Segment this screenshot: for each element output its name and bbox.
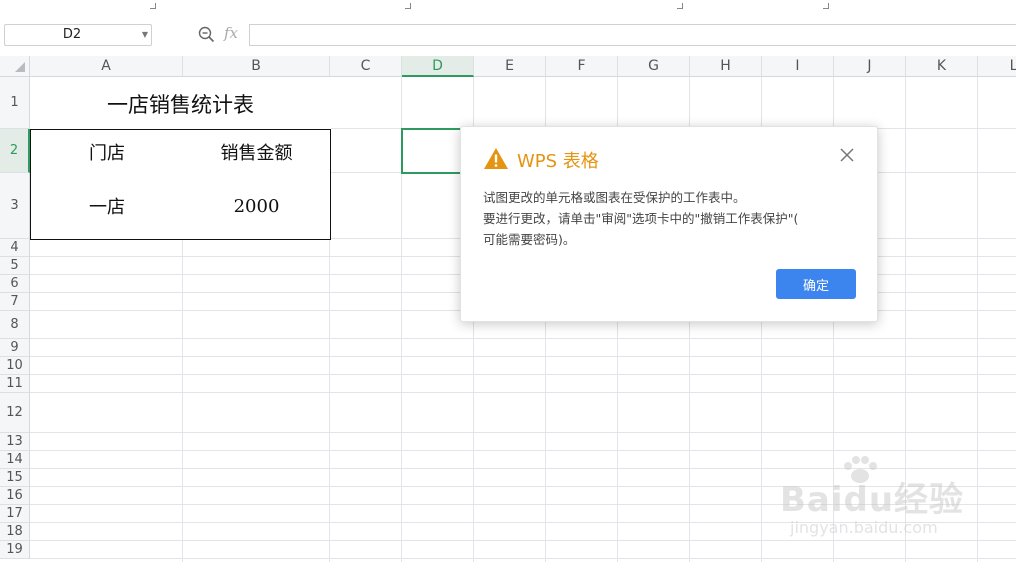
formula-input[interactable] <box>249 24 1016 46</box>
dialog-message-line: 要进行更改，请单击"审阅"选项卡中的"撤销工作表保护"( <box>483 211 799 226</box>
select-all-corner[interactable] <box>0 56 30 77</box>
row-header-7[interactable]: 7 <box>0 293 30 311</box>
row-header-17[interactable]: 17 <box>0 505 30 523</box>
column-header-H[interactable]: H <box>690 56 762 77</box>
zoom-magnifier-icon[interactable] <box>198 26 215 43</box>
header-store-cell[interactable]: 门店 <box>30 129 184 174</box>
gridline-horizontal <box>30 338 1016 339</box>
gridline-horizontal <box>30 374 1016 375</box>
column-header-G[interactable]: G <box>618 56 690 77</box>
row-header-19[interactable]: 19 <box>0 541 30 559</box>
row-header-11[interactable]: 11 <box>0 375 30 393</box>
dialog-message-line: 可能需要密码)。 <box>483 232 576 247</box>
column-header-J[interactable]: J <box>834 56 906 77</box>
select-all-triangle-icon <box>15 62 25 72</box>
row-header-18[interactable]: 18 <box>0 523 30 541</box>
row-header-5[interactable]: 5 <box>0 257 30 275</box>
store-name-cell[interactable]: 一店 <box>30 173 184 240</box>
sales-amount-cell[interactable]: 2000 <box>183 173 331 240</box>
dropdown-arrow-icon[interactable]: ▼ <box>142 25 148 45</box>
name-box[interactable]: D2 ▼ <box>4 24 152 46</box>
gridline-horizontal <box>30 356 1016 357</box>
ribbon-strip <box>0 0 1016 15</box>
name-box-value: D2 <box>62 27 82 42</box>
protection-alert-dialog: WPS 表格 试图更改的单元格或图表在受保护的工作表中。 要进行更改，请单击"审… <box>460 126 878 322</box>
row-header-8[interactable]: 8 <box>0 311 30 339</box>
row-header-12[interactable]: 12 <box>0 393 30 433</box>
gridline-horizontal <box>30 432 1016 433</box>
row-header-1[interactable]: 1 <box>0 77 30 129</box>
column-header-I[interactable]: I <box>762 56 834 77</box>
column-header-C[interactable]: C <box>330 56 402 77</box>
gridline-horizontal <box>30 392 1016 393</box>
ribbon-group-launcher-icon[interactable] <box>405 3 411 9</box>
watermark-url: jingyan.baidu.com <box>790 518 938 537</box>
row-header-16[interactable]: 16 <box>0 487 30 505</box>
warning-icon <box>484 148 508 169</box>
column-header-E[interactable]: E <box>474 56 546 77</box>
gridline-horizontal <box>30 450 1016 451</box>
fx-icon[interactable]: fx <box>224 24 238 42</box>
row-header-2[interactable]: 2 <box>0 129 30 173</box>
header-sales-cell[interactable]: 销售金额 <box>183 129 331 174</box>
ribbon-group-launcher-icon[interactable] <box>150 3 156 9</box>
column-header-D[interactable]: D <box>402 56 474 77</box>
column-header-F[interactable]: F <box>546 56 618 77</box>
column-header-K[interactable]: K <box>906 56 978 77</box>
row-header-14[interactable]: 14 <box>0 451 30 469</box>
row-header-13[interactable]: 13 <box>0 433 30 451</box>
row-header-15[interactable]: 15 <box>0 469 30 487</box>
dialog-message-line: 试图更改的单元格或图表在受保护的工作表中。 <box>483 190 746 205</box>
row-header-10[interactable]: 10 <box>0 357 30 375</box>
ribbon-group-launcher-icon[interactable] <box>823 3 829 9</box>
column-header-L[interactable]: L <box>978 56 1016 77</box>
column-header-B[interactable]: B <box>183 56 330 77</box>
ribbon-group-launcher-icon[interactable] <box>677 3 683 9</box>
row-header-4[interactable]: 4 <box>0 239 30 257</box>
formula-bar-area: D2 ▼ fx <box>0 14 1016 56</box>
row-header-3[interactable]: 3 <box>0 173 30 239</box>
baidu-jingyan-watermark: Baidu经验 jingyan.baidu.com <box>780 452 1010 562</box>
dialog-title: WPS 表格 <box>517 151 599 172</box>
close-icon[interactable] <box>839 147 855 163</box>
ok-button[interactable]: 确定 <box>776 269 856 299</box>
row-header-9[interactable]: 9 <box>0 339 30 357</box>
column-header-A[interactable]: A <box>30 56 183 77</box>
sheet-title-cell[interactable]: 一店销售统计表 <box>30 77 331 130</box>
dialog-message: 试图更改的单元格或图表在受保护的工作表中。 要进行更改，请单击"审阅"选项卡中的… <box>483 187 863 250</box>
row-header-6[interactable]: 6 <box>0 275 30 293</box>
watermark-brand: Baidu经验 <box>780 480 965 520</box>
